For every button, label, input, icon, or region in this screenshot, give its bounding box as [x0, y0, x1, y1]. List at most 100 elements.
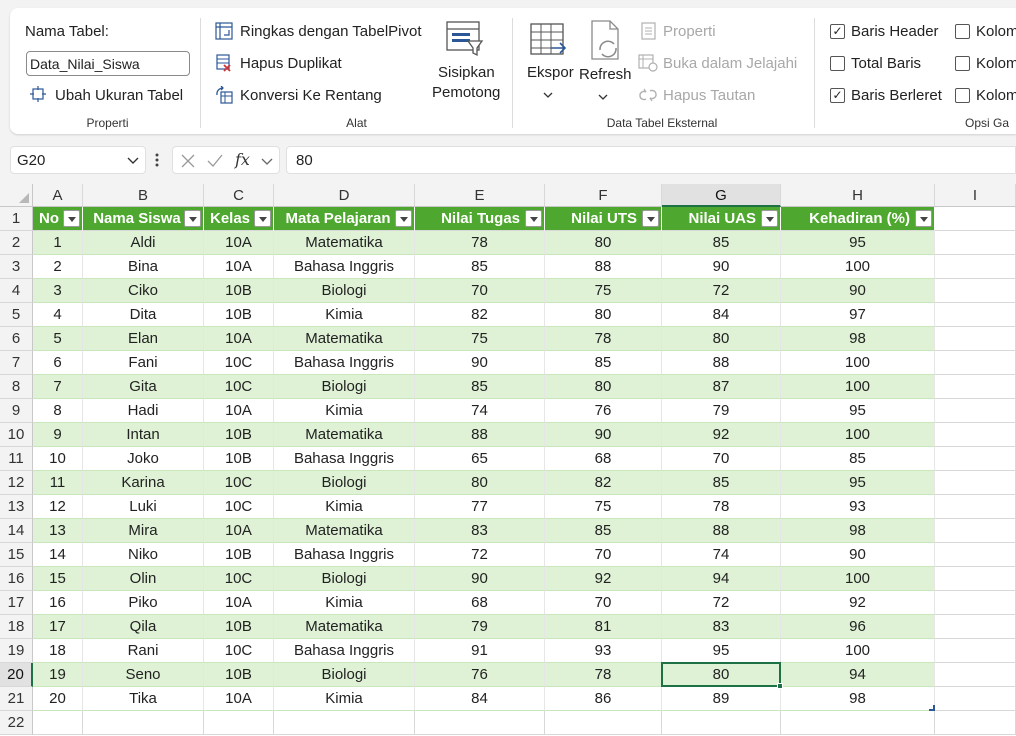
table-header-cell[interactable]: Kehadiran (%) — [781, 207, 935, 231]
table-cell[interactable]: 15 — [33, 567, 83, 591]
table-cell[interactable]: 10A — [204, 231, 274, 255]
table-cell[interactable]: 84 — [415, 687, 545, 711]
row-header-15[interactable]: 15 — [0, 543, 33, 567]
row-header-13[interactable]: 13 — [0, 495, 33, 519]
table-cell[interactable]: 10C — [204, 471, 274, 495]
table-cell[interactable]: 88 — [662, 351, 781, 375]
table-cell[interactable]: 68 — [545, 447, 662, 471]
table-cell[interactable]: 5 — [33, 327, 83, 351]
table-cell[interactable]: 10A — [204, 255, 274, 279]
table-cell[interactable]: 100 — [781, 375, 935, 399]
table-cell[interactable]: 90 — [415, 567, 545, 591]
table-cell[interactable]: 89 — [662, 687, 781, 711]
row-header-17[interactable]: 17 — [0, 591, 33, 615]
table-cell[interactable]: 77 — [415, 495, 545, 519]
table-cell[interactable]: 80 — [662, 327, 781, 351]
table-cell[interactable]: 95 — [781, 471, 935, 495]
empty-cell[interactable] — [935, 255, 1016, 279]
empty-cell[interactable] — [204, 711, 274, 735]
empty-cell[interactable] — [33, 711, 83, 735]
table-cell[interactable]: Kimia — [274, 687, 415, 711]
table-cell[interactable]: 80 — [662, 663, 781, 687]
table-header-cell[interactable]: No — [33, 207, 83, 231]
table-cell[interactable]: 10B — [204, 423, 274, 447]
table-cell[interactable]: 10B — [204, 279, 274, 303]
table-cell[interactable]: 85 — [662, 231, 781, 255]
table-cell[interactable]: 65 — [415, 447, 545, 471]
row-header-4[interactable]: 4 — [0, 279, 33, 303]
row-header-11[interactable]: 11 — [0, 447, 33, 471]
table-cell[interactable]: 95 — [781, 231, 935, 255]
table-cell[interactable]: 78 — [545, 663, 662, 687]
table-header-cell[interactable]: Kelas — [204, 207, 274, 231]
formula-input[interactable]: 80 — [286, 146, 1016, 174]
table-cell[interactable]: 70 — [415, 279, 545, 303]
fill-handle[interactable] — [777, 683, 783, 689]
filter-dropdown-icon[interactable] — [525, 210, 542, 227]
empty-cell[interactable] — [935, 687, 1016, 711]
table-cell[interactable]: 10A — [204, 687, 274, 711]
empty-cell[interactable] — [935, 207, 1016, 231]
worksheet-grid[interactable]: A B C D E F G H I 1 No Nama Siswa Kelas Mata Pelajara… — [0, 184, 1016, 736]
table-cell[interactable]: 90 — [415, 351, 545, 375]
row-header-10[interactable]: 10 — [0, 423, 33, 447]
table-cell[interactable]: Joko — [83, 447, 204, 471]
last-column-checkbox[interactable] — [955, 56, 970, 71]
table-cell[interactable]: Niko — [83, 543, 204, 567]
table-cell[interactable]: 85 — [781, 447, 935, 471]
table-cell[interactable]: 68 — [415, 591, 545, 615]
table-cell[interactable]: 18 — [33, 639, 83, 663]
empty-cell[interactable] — [935, 375, 1016, 399]
table-cell[interactable]: 75 — [545, 495, 662, 519]
row-header-6[interactable]: 6 — [0, 327, 33, 351]
table-cell[interactable]: 94 — [781, 663, 935, 687]
table-cell[interactable]: Seno — [83, 663, 204, 687]
column-header-b[interactable]: B — [83, 184, 204, 207]
table-cell[interactable]: 100 — [781, 255, 935, 279]
empty-cell[interactable] — [935, 567, 1016, 591]
row-header-2[interactable]: 2 — [0, 231, 33, 255]
table-cell[interactable]: 76 — [415, 663, 545, 687]
empty-cell[interactable] — [935, 399, 1016, 423]
table-cell[interactable]: 11 — [33, 471, 83, 495]
table-cell[interactable]: 85 — [415, 255, 545, 279]
name-box[interactable]: G20 — [10, 146, 146, 174]
filter-dropdown-icon[interactable] — [63, 210, 80, 227]
table-cell[interactable]: 8 — [33, 399, 83, 423]
open-in-browser-button[interactable]: Buka dalam Jelajahi — [663, 55, 797, 72]
table-cell[interactable]: Bahasa Inggris — [274, 639, 415, 663]
row-header-22[interactable]: 22 — [0, 711, 33, 735]
table-cell[interactable]: 79 — [662, 399, 781, 423]
table-cell[interactable]: 75 — [545, 279, 662, 303]
insert-function-icon[interactable]: fx — [235, 150, 250, 169]
table-cell[interactable]: 85 — [415, 375, 545, 399]
table-cell[interactable]: 10C — [204, 375, 274, 399]
table-cell[interactable]: 90 — [662, 255, 781, 279]
more-options-icon[interactable] — [155, 152, 159, 171]
table-cell[interactable]: 10C — [204, 639, 274, 663]
table-cell[interactable]: 88 — [545, 255, 662, 279]
table-cell[interactable]: Biologi — [274, 663, 415, 687]
filter-dropdown-icon[interactable] — [642, 210, 659, 227]
table-cell[interactable]: Piko — [83, 591, 204, 615]
header-row-checkbox[interactable]: ✓ — [830, 24, 845, 39]
table-cell[interactable]: 72 — [662, 591, 781, 615]
table-cell[interactable]: Matematika — [274, 231, 415, 255]
empty-cell[interactable] — [935, 423, 1016, 447]
table-cell[interactable]: 75 — [415, 327, 545, 351]
table-cell[interactable]: 88 — [662, 519, 781, 543]
table-cell[interactable]: 93 — [545, 639, 662, 663]
table-cell[interactable]: 80 — [545, 303, 662, 327]
table-cell[interactable]: 10B — [204, 663, 274, 687]
remove-duplicates-button[interactable]: Hapus Duplikat — [240, 55, 342, 72]
table-cell[interactable]: Matematika — [274, 423, 415, 447]
table-cell[interactable]: 92 — [781, 591, 935, 615]
table-cell[interactable]: 72 — [415, 543, 545, 567]
enter-icon[interactable] — [207, 154, 223, 168]
row-header-9[interactable]: 9 — [0, 399, 33, 423]
table-cell[interactable]: 81 — [545, 615, 662, 639]
row-header-14[interactable]: 14 — [0, 519, 33, 543]
table-cell[interactable]: 78 — [415, 231, 545, 255]
banded-rows-checkbox[interactable]: ✓ — [830, 88, 845, 103]
table-cell[interactable]: 4 — [33, 303, 83, 327]
